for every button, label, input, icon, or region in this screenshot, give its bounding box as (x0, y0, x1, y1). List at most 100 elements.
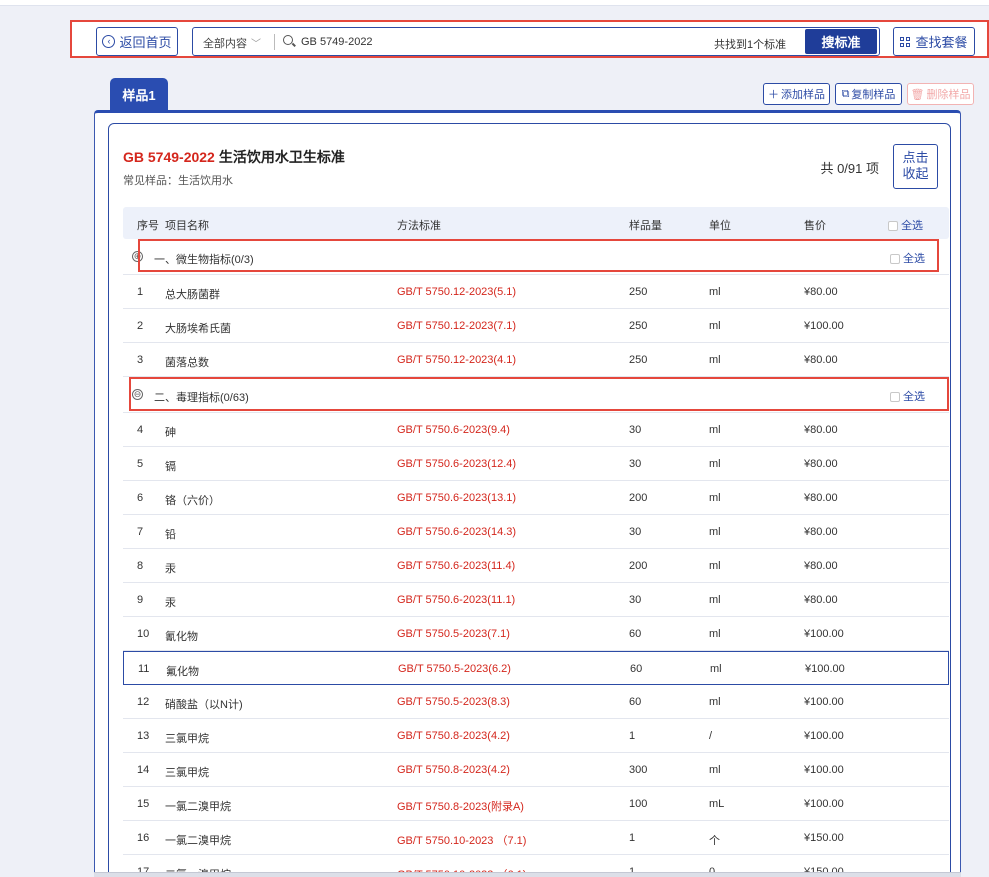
expand-toggle-icon[interactable]: ⊖ (132, 389, 143, 400)
group-select-all[interactable]: 全选 (889, 388, 925, 404)
sample-qty: 30 (629, 458, 642, 470)
table-row[interactable]: 8 汞 GB/T 5750.6-2023(11.4) 200 ml ¥80.00 (123, 549, 949, 583)
header-select-all[interactable]: 全选 (888, 217, 923, 233)
table-row[interactable]: 14 三氯甲烷 GB/T 5750.8-2023(4.2) 300 ml ¥100.00 (123, 753, 949, 787)
search-icon (283, 35, 293, 45)
chevron-left-icon: ‹ (102, 35, 116, 48)
method-link[interactable]: GB/T 5750.6-2023(11.4) (397, 560, 515, 572)
table-row[interactable]: 1 总大肠菌群 GB/T 5750.12-2023(5.1) 250 ml ¥80.00 (123, 275, 949, 309)
collapse-label-line2: 收起 (902, 166, 929, 181)
items-table: 序号 项目名称 方法标准 样品量 单位 售价 全选 ⊕ 一、微生物指标(0/3) … (123, 207, 949, 877)
sample-qty: 200 (629, 492, 648, 504)
table-row[interactable]: 9 汞 GB/T 5750.6-2023(11.1) 30 ml ¥80.00 (123, 583, 949, 617)
add-sample-label: 添加样品 (781, 89, 825, 101)
method-link[interactable]: GB/T 5750.6-2023(9.4) (397, 424, 510, 436)
method-link[interactable]: GB/T 5750.12-2023(5.1) (397, 286, 516, 298)
price: ¥80.00 (804, 286, 838, 298)
chevron-down-icon: ﹀ (251, 39, 261, 50)
method-link[interactable]: GB/T 5750.8-2023(4.2) (397, 764, 510, 776)
table-row[interactable]: 10 氰化物 GB/T 5750.5-2023(7.1) 60 ml ¥100.00 (123, 617, 949, 651)
table-row[interactable]: 6 铬（六价） GB/T 5750.6-2023(13.1) 200 ml ¥80.00 (123, 481, 949, 515)
method-link[interactable]: GB/T 5750.6-2023(12.4) (397, 458, 516, 470)
row-no: 5 (137, 458, 144, 470)
method-link[interactable]: GB/T 5750.5-2023(7.1) (397, 628, 510, 640)
table-row[interactable]: 5 镉 GB/T 5750.6-2023(12.4) 30 ml ¥80.00 (123, 447, 949, 481)
price: ¥80.00 (804, 526, 838, 538)
method-link[interactable]: GB/T 5750.8-2023(附录A) (397, 798, 524, 814)
unit: ml (709, 628, 721, 640)
checkbox[interactable] (889, 392, 900, 403)
method-link[interactable]: GB/T 5750.6-2023(11.1) (397, 594, 515, 606)
header-price: 售价 (804, 220, 826, 232)
unit: ml (709, 354, 721, 366)
table-row[interactable]: 15 一氯二溴甲烷 GB/T 5750.8-2023(附录A) 100 mL ¥100.0… (123, 787, 949, 821)
method-link[interactable]: GB/T 5750.10-2023 （7.1) (397, 832, 526, 848)
table-row[interactable]: 11 氟化物 GB/T 5750.5-2023(6.2) 60 ml ¥100.00 (123, 651, 949, 685)
item-name: 一氯二溴甲烷 (165, 801, 231, 813)
table-row[interactable]: 13 三氯甲烷 GB/T 5750.8-2023(4.2) 1 / ¥100.00 (123, 719, 949, 753)
table-row[interactable]: 12 硝酸盐（以N计) GB/T 5750.5-2023(8.3) 60 ml ¥100.… (123, 685, 949, 719)
row-no: 11 (138, 663, 150, 675)
tab-sample-1[interactable]: 样品1 (110, 78, 168, 110)
method-link[interactable]: GB/T 5750.6-2023(14.3) (397, 526, 516, 538)
copy-sample-label: 复制样品 (851, 89, 896, 101)
table-row[interactable]: 4 砷 GB/T 5750.6-2023(9.4) 30 ml ¥80.00 (123, 413, 949, 447)
search-standard-button[interactable]: 搜标准 (805, 29, 877, 54)
back-home-button[interactable]: ‹ 返回首页 (96, 27, 178, 56)
table-body: ⊕ 一、微生物指标(0/3) 全选 1 总大肠菌群 GB/T 5750.12-2023(… (123, 239, 949, 877)
result-count: 共找到1个标准 (714, 39, 787, 51)
item-name: 砷 (165, 427, 176, 439)
scope-label: 全部内容 (203, 38, 247, 50)
group-select-all[interactable]: 全选 (889, 250, 925, 266)
table-row[interactable]: 16 一氯二溴甲烷 GB/T 5750.10-2023 （7.1) 1 个 ¥150.00 (123, 821, 949, 855)
method-link[interactable]: GB/T 5750.5-2023(6.2) (398, 663, 511, 675)
row-no: 7 (137, 526, 144, 538)
method-link[interactable]: GB/T 5750.8-2023(4.2) (397, 730, 510, 742)
collapse-label-line1: 点击 (902, 150, 929, 165)
horizontal-scrollbar[interactable] (94, 872, 961, 877)
add-sample-button[interactable]: ＋添加样品 (763, 83, 830, 105)
table-row[interactable]: 3 菌落总数 GB/T 5750.12-2023(4.1) 250 ml ¥80.00 (123, 343, 949, 377)
item-name: 硝酸盐（以N计) (165, 699, 243, 711)
unit: ml (710, 663, 722, 675)
scope-select[interactable]: 全部内容 ﹀ (203, 35, 261, 51)
sample-qty: 60 (629, 696, 642, 708)
price: ¥80.00 (804, 560, 838, 572)
unit: ml (709, 696, 721, 708)
row-no: 12 (137, 696, 150, 708)
trash-icon: 🗑 (910, 88, 925, 101)
group-row[interactable]: ⊖ 二、毒理指标(0/63) 全选 (123, 377, 949, 413)
method-link[interactable]: GB/T 5750.6-2023(13.1) (397, 492, 516, 504)
method-link[interactable]: GB/T 5750.5-2023(8.3) (397, 696, 510, 708)
group-row[interactable]: ⊕ 一、微生物指标(0/3) 全选 (123, 239, 949, 275)
copy-sample-button[interactable]: ⧉ 复制样品 (835, 83, 902, 105)
expand-toggle-icon[interactable]: ⊕ (132, 251, 143, 262)
item-name: 三氯甲烷 (165, 767, 209, 779)
checkbox[interactable] (888, 221, 898, 232)
sample-qty: 30 (629, 594, 642, 606)
unit: ml (709, 560, 721, 572)
find-packages-button[interactable]: 查找套餐 (893, 27, 975, 56)
item-name: 三氯甲烷 (165, 733, 209, 745)
price: ¥100.00 (804, 764, 844, 776)
table-row[interactable]: 7 铅 GB/T 5750.6-2023(14.3) 30 ml ¥80.00 (123, 515, 949, 549)
table-row[interactable]: 2 大肠埃希氏菌 GB/T 5750.12-2023(7.1) 250 ml ¥100.0… (123, 309, 949, 343)
method-link[interactable]: GB/T 5750.12-2023(4.1) (397, 354, 516, 366)
item-name: 镉 (165, 461, 176, 473)
header-qty: 样品量 (629, 220, 662, 232)
price: ¥100.00 (804, 628, 844, 640)
collapse-button[interactable]: 点击 收起 (893, 144, 938, 189)
sample-qty: 250 (629, 286, 648, 298)
unit: ml (709, 526, 721, 538)
sample-qty: 1 (629, 832, 636, 844)
selected-count: 共 0/91 项 (820, 161, 879, 176)
item-name: 铬（六价） (165, 495, 220, 507)
method-link[interactable]: GB/T 5750.12-2023(7.1) (397, 320, 516, 332)
select-all-label: 全选 (903, 253, 925, 265)
divider (274, 34, 275, 50)
checkbox[interactable] (889, 254, 900, 265)
grid-icon (900, 36, 911, 47)
search-input[interactable] (301, 33, 681, 51)
delete-sample-button[interactable]: 🗑 删除样品 (907, 83, 974, 105)
price: ¥80.00 (804, 354, 838, 366)
